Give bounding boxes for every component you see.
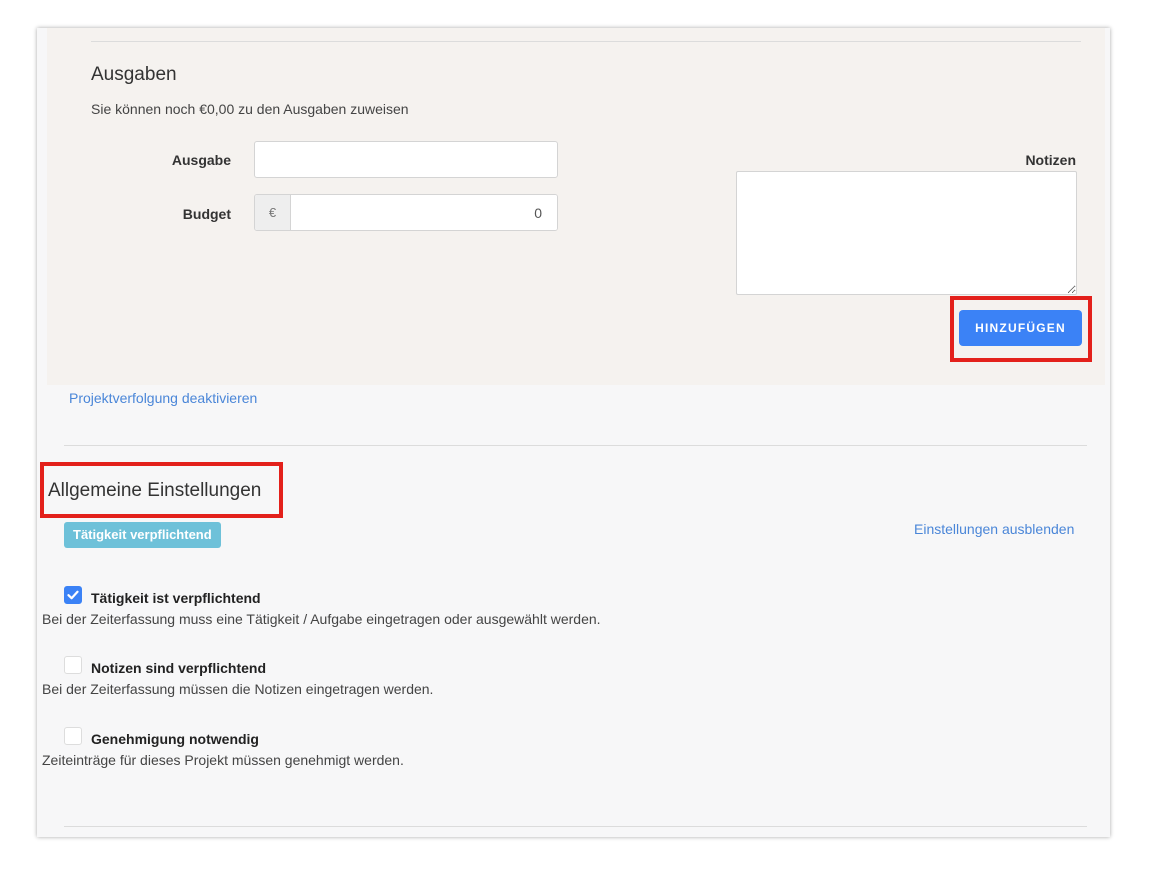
expenses-subtitle: Sie können noch €0,00 zu den Ausgaben zu… xyxy=(91,101,409,117)
section-divider xyxy=(64,826,1087,827)
option-label: Notizen sind verpflichtend xyxy=(91,660,267,676)
budget-label: Budget xyxy=(182,206,231,222)
expenses-title: Ausgaben xyxy=(91,64,177,85)
budget-input-group: € xyxy=(254,194,558,231)
option-description: Bei der Zeiterfassung muss eine Tätigkei… xyxy=(42,611,601,627)
option-description: Bei der Zeiterfassung müssen die Notizen… xyxy=(42,681,434,697)
expenses-panel: Ausgaben Sie können noch €0,00 zu den Au… xyxy=(47,28,1105,385)
approval-required-checkbox[interactable] xyxy=(64,727,82,745)
project-settings-card: Ausgaben Sie können noch €0,00 zu den Au… xyxy=(37,28,1110,837)
option-label: Genehmigung notwendig xyxy=(91,731,259,747)
section-divider xyxy=(91,41,1081,42)
currency-addon: € xyxy=(255,195,291,230)
expense-label: Ausgabe xyxy=(171,152,231,168)
check-icon xyxy=(67,590,79,600)
activity-required-checkbox[interactable] xyxy=(64,586,82,604)
settings-title: Allgemeine Einstellungen xyxy=(48,480,262,501)
hide-settings-link[interactable]: Einstellungen ausblenden xyxy=(914,521,1074,537)
option-description: Zeiteinträge für dieses Projekt müssen g… xyxy=(42,752,404,768)
notes-textarea[interactable] xyxy=(736,171,1077,295)
budget-input[interactable] xyxy=(291,195,557,230)
disable-tracking-link[interactable]: Projektverfolgung deaktivieren xyxy=(69,390,257,406)
add-expense-button[interactable]: HINZUFÜGEN xyxy=(959,310,1082,346)
expense-input[interactable] xyxy=(254,141,558,178)
option-label: Tätigkeit ist verpflichtend xyxy=(91,590,261,606)
notes-required-checkbox[interactable] xyxy=(64,656,82,674)
notes-label: Notizen xyxy=(1025,152,1076,168)
section-divider xyxy=(64,445,1087,446)
status-badge: Tätigkeit verpflichtend xyxy=(64,522,221,548)
